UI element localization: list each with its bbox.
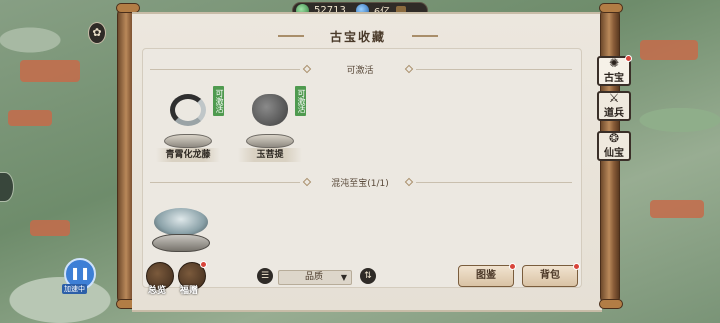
dragon-vine-relic-icon bbox=[170, 94, 206, 126]
bag-button[interactable]: 背包 bbox=[522, 263, 580, 287]
sort-order-icon[interactable]: ⇅ bbox=[360, 268, 376, 284]
treasure-item-2[interactable]: 可激活 玉菩提 bbox=[238, 86, 306, 162]
gallery-button-label: 图鉴 bbox=[476, 270, 496, 281]
divider-left bbox=[150, 69, 300, 70]
chaos-treasure-item[interactable] bbox=[150, 200, 212, 258]
pedestal bbox=[246, 134, 294, 148]
speed-status: 加速中 bbox=[62, 284, 87, 294]
divider-left bbox=[150, 182, 300, 183]
tab-label: 仙宝 bbox=[604, 148, 624, 159]
pedestal bbox=[164, 134, 212, 148]
activatable-tag: 可激活 bbox=[213, 86, 224, 116]
welfare-label: 福赠 bbox=[180, 286, 199, 296]
treasure-name: 玉菩提 bbox=[238, 148, 302, 162]
bag-button-label: 背包 bbox=[540, 270, 560, 281]
ancient-treasure-icon: ✺ bbox=[608, 56, 620, 70]
activatable-tag: 可激活 bbox=[295, 86, 306, 116]
quality-dropdown[interactable]: 品质 ▼ bbox=[278, 270, 352, 285]
dao-weapon-icon: ⚔ bbox=[608, 91, 620, 105]
notification-dot bbox=[200, 261, 207, 268]
divider-right bbox=[416, 69, 572, 70]
pedestal bbox=[152, 234, 210, 252]
notification-dot bbox=[509, 263, 516, 270]
panel-title-text: 古宝收藏 bbox=[329, 29, 386, 44]
immortal-treasure-icon: ❂ bbox=[608, 131, 620, 145]
tab-label: 古宝 bbox=[604, 73, 624, 84]
section-chaos-title: 混沌至宝(1/1) bbox=[331, 179, 389, 189]
jade-bodhi-relic-icon bbox=[252, 94, 288, 126]
treasure-name: 青霄化龙藤 bbox=[156, 148, 220, 162]
gallery-button[interactable]: 图鉴 bbox=[458, 263, 516, 287]
tab-dao-weapon[interactable]: ⚔ 道兵 bbox=[597, 91, 631, 121]
treasure-item-1[interactable]: 可激活 青霄化龙藤 bbox=[156, 86, 224, 162]
close-scroll-icon[interactable]: ✿ bbox=[88, 22, 106, 44]
notification-dot bbox=[625, 55, 632, 62]
chevron-down-icon: ▼ bbox=[340, 273, 347, 282]
tab-immortal-treasure[interactable]: ❂ 仙宝 bbox=[597, 131, 631, 161]
divider-right bbox=[416, 182, 572, 183]
chaos-relic-icon bbox=[154, 208, 208, 236]
overview-label: 总览 bbox=[148, 286, 167, 296]
quality-value: 品质 bbox=[305, 272, 324, 282]
panel-title: 古宝收藏 bbox=[278, 27, 438, 45]
notification-dot bbox=[573, 263, 580, 270]
filter-icon[interactable]: ☰ bbox=[257, 268, 273, 284]
section-activatable-title: 可激活 bbox=[346, 66, 374, 76]
tab-label: 道兵 bbox=[604, 108, 624, 119]
tab-ancient-treasure[interactable]: ✺ 古宝 bbox=[597, 55, 632, 86]
